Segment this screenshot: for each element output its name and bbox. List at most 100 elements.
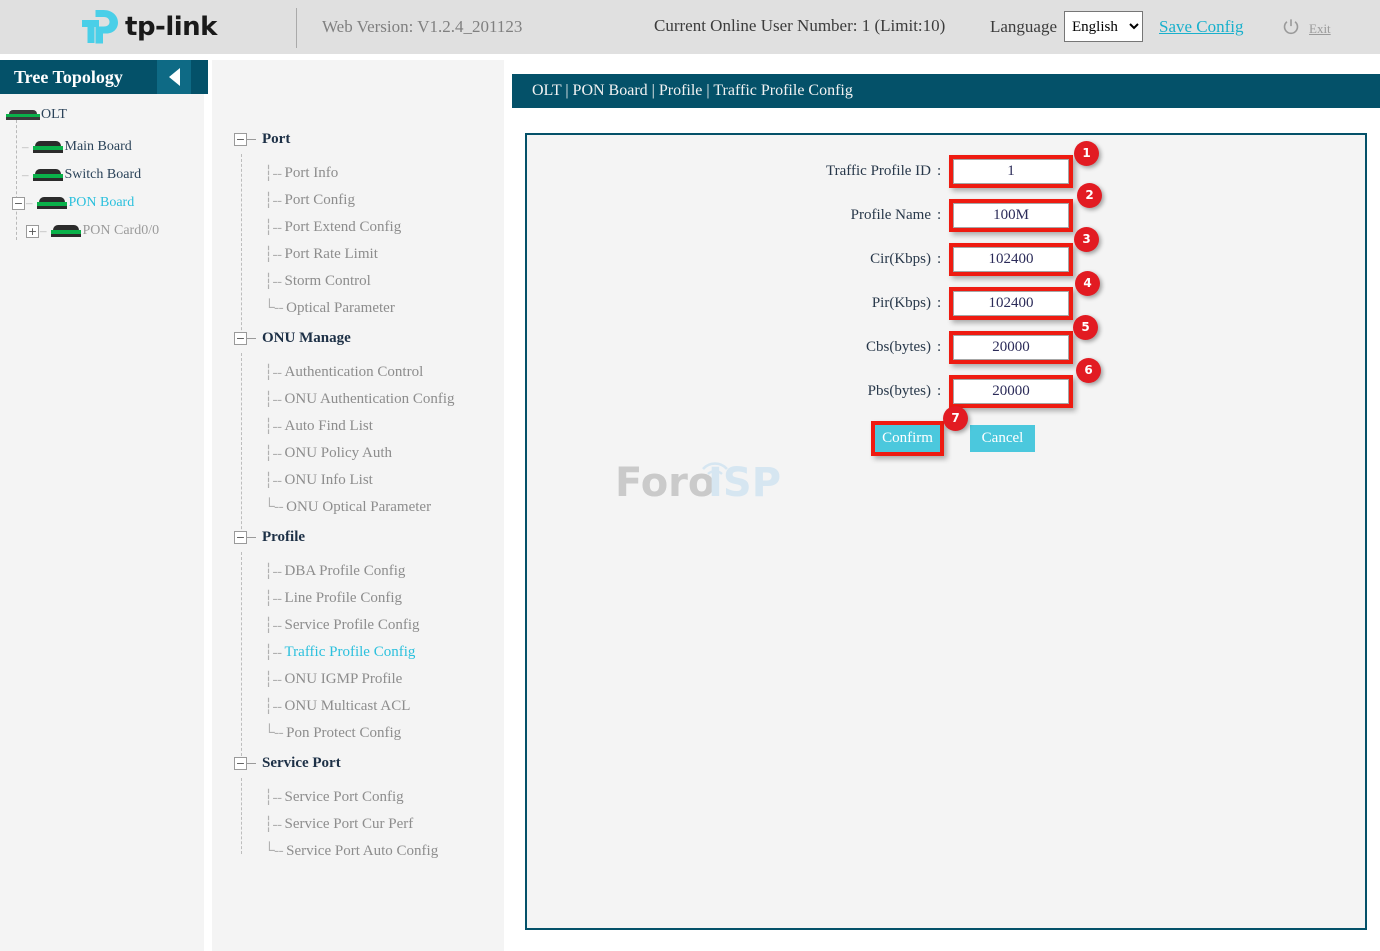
- web-version-text: Web Version: V1.2.4_201123: [322, 17, 523, 36]
- group-collapse-toggle[interactable]: −: [234, 331, 247, 345]
- main-content: OLT | PON Board | Profile | Traffic Prof…: [512, 60, 1380, 951]
- online-user-count: Current Online User Number: 1 (Limit:10): [654, 16, 946, 35]
- menu-item-onu-authentication-config[interactable]: ┆-- ONU Authentication Config: [264, 386, 504, 413]
- tp-link-logo-icon: [82, 10, 119, 44]
- annotation-box-3: [949, 242, 1073, 276]
- brand-logo: tp-link: [0, 0, 296, 56]
- menu-item-traffic-profile-config[interactable]: ┆-- Traffic Profile Config: [264, 639, 504, 666]
- group-collapse-toggle[interactable]: −: [234, 756, 247, 770]
- tree-node-olt[interactable]: OLT: [0, 102, 204, 128]
- tree-node-label: Main Board: [64, 139, 132, 154]
- menu-item-auto-find-list[interactable]: ┆-- Auto Find List: [264, 413, 504, 440]
- menu-group-service-port[interactable]: − Service Port: [234, 752, 504, 774]
- tree-node-pon-card[interactable]: + – PON Card0/0: [0, 218, 204, 244]
- group-connector: [247, 337, 256, 339]
- leaf-connector: └--: [264, 843, 284, 859]
- leaf-connector: ┆--: [264, 419, 282, 435]
- traffic-profile-id-input[interactable]: [953, 158, 1069, 184]
- tree-collapse-toggle[interactable]: −: [12, 196, 25, 210]
- leaf-connector: ┆--: [264, 193, 282, 209]
- leaf-connector: ┆--: [264, 591, 282, 607]
- tree-node-pon-board[interactable]: − – PON Board: [0, 190, 204, 216]
- menu-item-storm-control[interactable]: ┆-- Storm Control: [264, 268, 504, 295]
- menu-item-optical-parameter[interactable]: └-- Optical Parameter: [264, 295, 504, 322]
- sidebar-collapse-button[interactable]: [157, 60, 191, 94]
- menu-item-label: Port Config: [284, 192, 355, 208]
- menu-item-authentication-control[interactable]: ┆-- Authentication Control: [264, 359, 504, 386]
- annotation-box-1: [949, 154, 1073, 188]
- menu-item-label: Authentication Control: [284, 364, 424, 380]
- menu-group-profile[interactable]: − Profile: [234, 526, 504, 548]
- annotation-box-6: [949, 374, 1073, 408]
- tree-topology-sidebar: Tree Topology OLT – Main Board – Switch …: [0, 60, 208, 951]
- menu-item-dba-profile-config[interactable]: ┆-- DBA Profile Config: [264, 558, 504, 585]
- group-connector: [247, 762, 256, 764]
- cbs-bytes-input[interactable]: [953, 334, 1069, 360]
- language-label: Language: [990, 17, 1058, 36]
- menu-item-line-profile-config[interactable]: ┆-- Line Profile Config: [264, 585, 504, 612]
- menu-item-onu-optical-parameter[interactable]: └-- ONU Optical Parameter: [264, 494, 504, 521]
- traffic-profile-form: Traffic Profile ID : 1 Profile Name : 2: [527, 135, 1369, 463]
- menu-item-label: Line Profile Config: [284, 590, 403, 606]
- language-select[interactable]: English: [1064, 11, 1143, 42]
- tree-branch-dash: –: [22, 139, 29, 154]
- form-row-profile-name: Profile Name : 2: [527, 182, 1369, 237]
- menu-item-service-port-config[interactable]: ┆-- Service Port Config: [264, 784, 504, 811]
- annotation-box-5: [949, 330, 1073, 364]
- breadcrumb: OLT | PON Board | Profile | Traffic Prof…: [532, 82, 853, 99]
- cir-kbps-input[interactable]: [953, 246, 1069, 272]
- form-row-pbs: Pbs(bytes) : 6: [527, 357, 1369, 413]
- menu-item-service-port-cur-perf[interactable]: ┆-- Service Port Cur Perf: [264, 811, 504, 838]
- menu-item-port-extend-config[interactable]: ┆-- Port Extend Config: [264, 214, 504, 241]
- group-collapse-toggle[interactable]: −: [234, 530, 247, 544]
- breadcrumb-bar: OLT | PON Board | Profile | Traffic Prof…: [512, 74, 1380, 108]
- menu-item-onu-multicast-acl[interactable]: ┆-- ONU Multicast ACL: [264, 693, 504, 720]
- menu-item-port-config[interactable]: ┆-- Port Config: [264, 187, 504, 214]
- tree-node-label: Switch Board: [64, 167, 142, 182]
- confirm-button[interactable]: Confirm: [875, 424, 940, 452]
- leaf-connector: ┆--: [264, 274, 282, 290]
- menu-item-service-profile-config[interactable]: ┆-- Service Profile Config: [264, 612, 504, 639]
- leaf-connector: ┆--: [264, 564, 282, 580]
- menu-item-label: ONU Authentication Config: [284, 391, 455, 407]
- tree-node-main-board[interactable]: – Main Board: [0, 134, 204, 160]
- field-colon: :: [937, 250, 942, 267]
- form-row-traffic-profile-id: Traffic Profile ID : 1: [527, 140, 1369, 193]
- brand-name: tp-link: [125, 12, 217, 42]
- field-label: Pbs(bytes): [867, 382, 931, 399]
- group-stem-line: [241, 353, 242, 539]
- menu-item-onu-policy-auth[interactable]: ┆-- ONU Policy Auth: [264, 440, 504, 467]
- menu-item-port-rate-limit[interactable]: ┆-- Port Rate Limit: [264, 241, 504, 268]
- profile-name-input[interactable]: [953, 202, 1069, 228]
- power-icon[interactable]: [1282, 18, 1300, 36]
- pir-kbps-input[interactable]: [953, 290, 1069, 316]
- header-divider: [296, 8, 297, 48]
- menu-item-label: ONU Optical Parameter: [286, 499, 432, 515]
- board-device-icon: [50, 225, 81, 237]
- save-config-link[interactable]: Save Config: [1159, 17, 1244, 37]
- menu-item-onu-igmp-profile[interactable]: ┆-- ONU IGMP Profile: [264, 666, 504, 693]
- menu-group-port[interactable]: − Port: [234, 128, 504, 150]
- tree-branch-dash: –: [26, 195, 33, 210]
- form-row-pir: Pir(Kbps) : 4: [527, 270, 1369, 325]
- menu-item-port-info[interactable]: ┆-- Port Info: [264, 160, 504, 187]
- board-device-icon: [36, 197, 67, 209]
- leaf-connector: ┆--: [264, 672, 282, 688]
- menu-item-pon-protect-config[interactable]: └-- Pon Protect Config: [264, 720, 504, 747]
- cancel-button[interactable]: Cancel: [970, 424, 1035, 452]
- tree-node-switch-board[interactable]: – Switch Board: [0, 162, 204, 188]
- menu-group-onu-manage[interactable]: − ONU Manage: [234, 327, 504, 349]
- menu-item-service-port-auto-config[interactable]: └-- Service Port Auto Config: [264, 838, 504, 865]
- menu-item-label: Port Rate Limit: [284, 246, 378, 262]
- group-collapse-toggle[interactable]: −: [234, 132, 247, 146]
- group-connector: [247, 138, 256, 140]
- pbs-bytes-input[interactable]: [953, 378, 1069, 404]
- watermark-text-isp: ISP: [708, 460, 781, 506]
- field-label: Cbs(bytes): [866, 338, 931, 355]
- tree-node-label: PON Board: [68, 195, 135, 210]
- menu-item-onu-info-list[interactable]: ┆-- ONU Info List: [264, 467, 504, 494]
- exit-link[interactable]: Exit: [1309, 21, 1331, 37]
- menu-item-label: Port Info: [284, 165, 339, 181]
- menu-item-label: ONU Policy Auth: [284, 445, 393, 461]
- tree-expand-toggle[interactable]: +: [26, 224, 39, 238]
